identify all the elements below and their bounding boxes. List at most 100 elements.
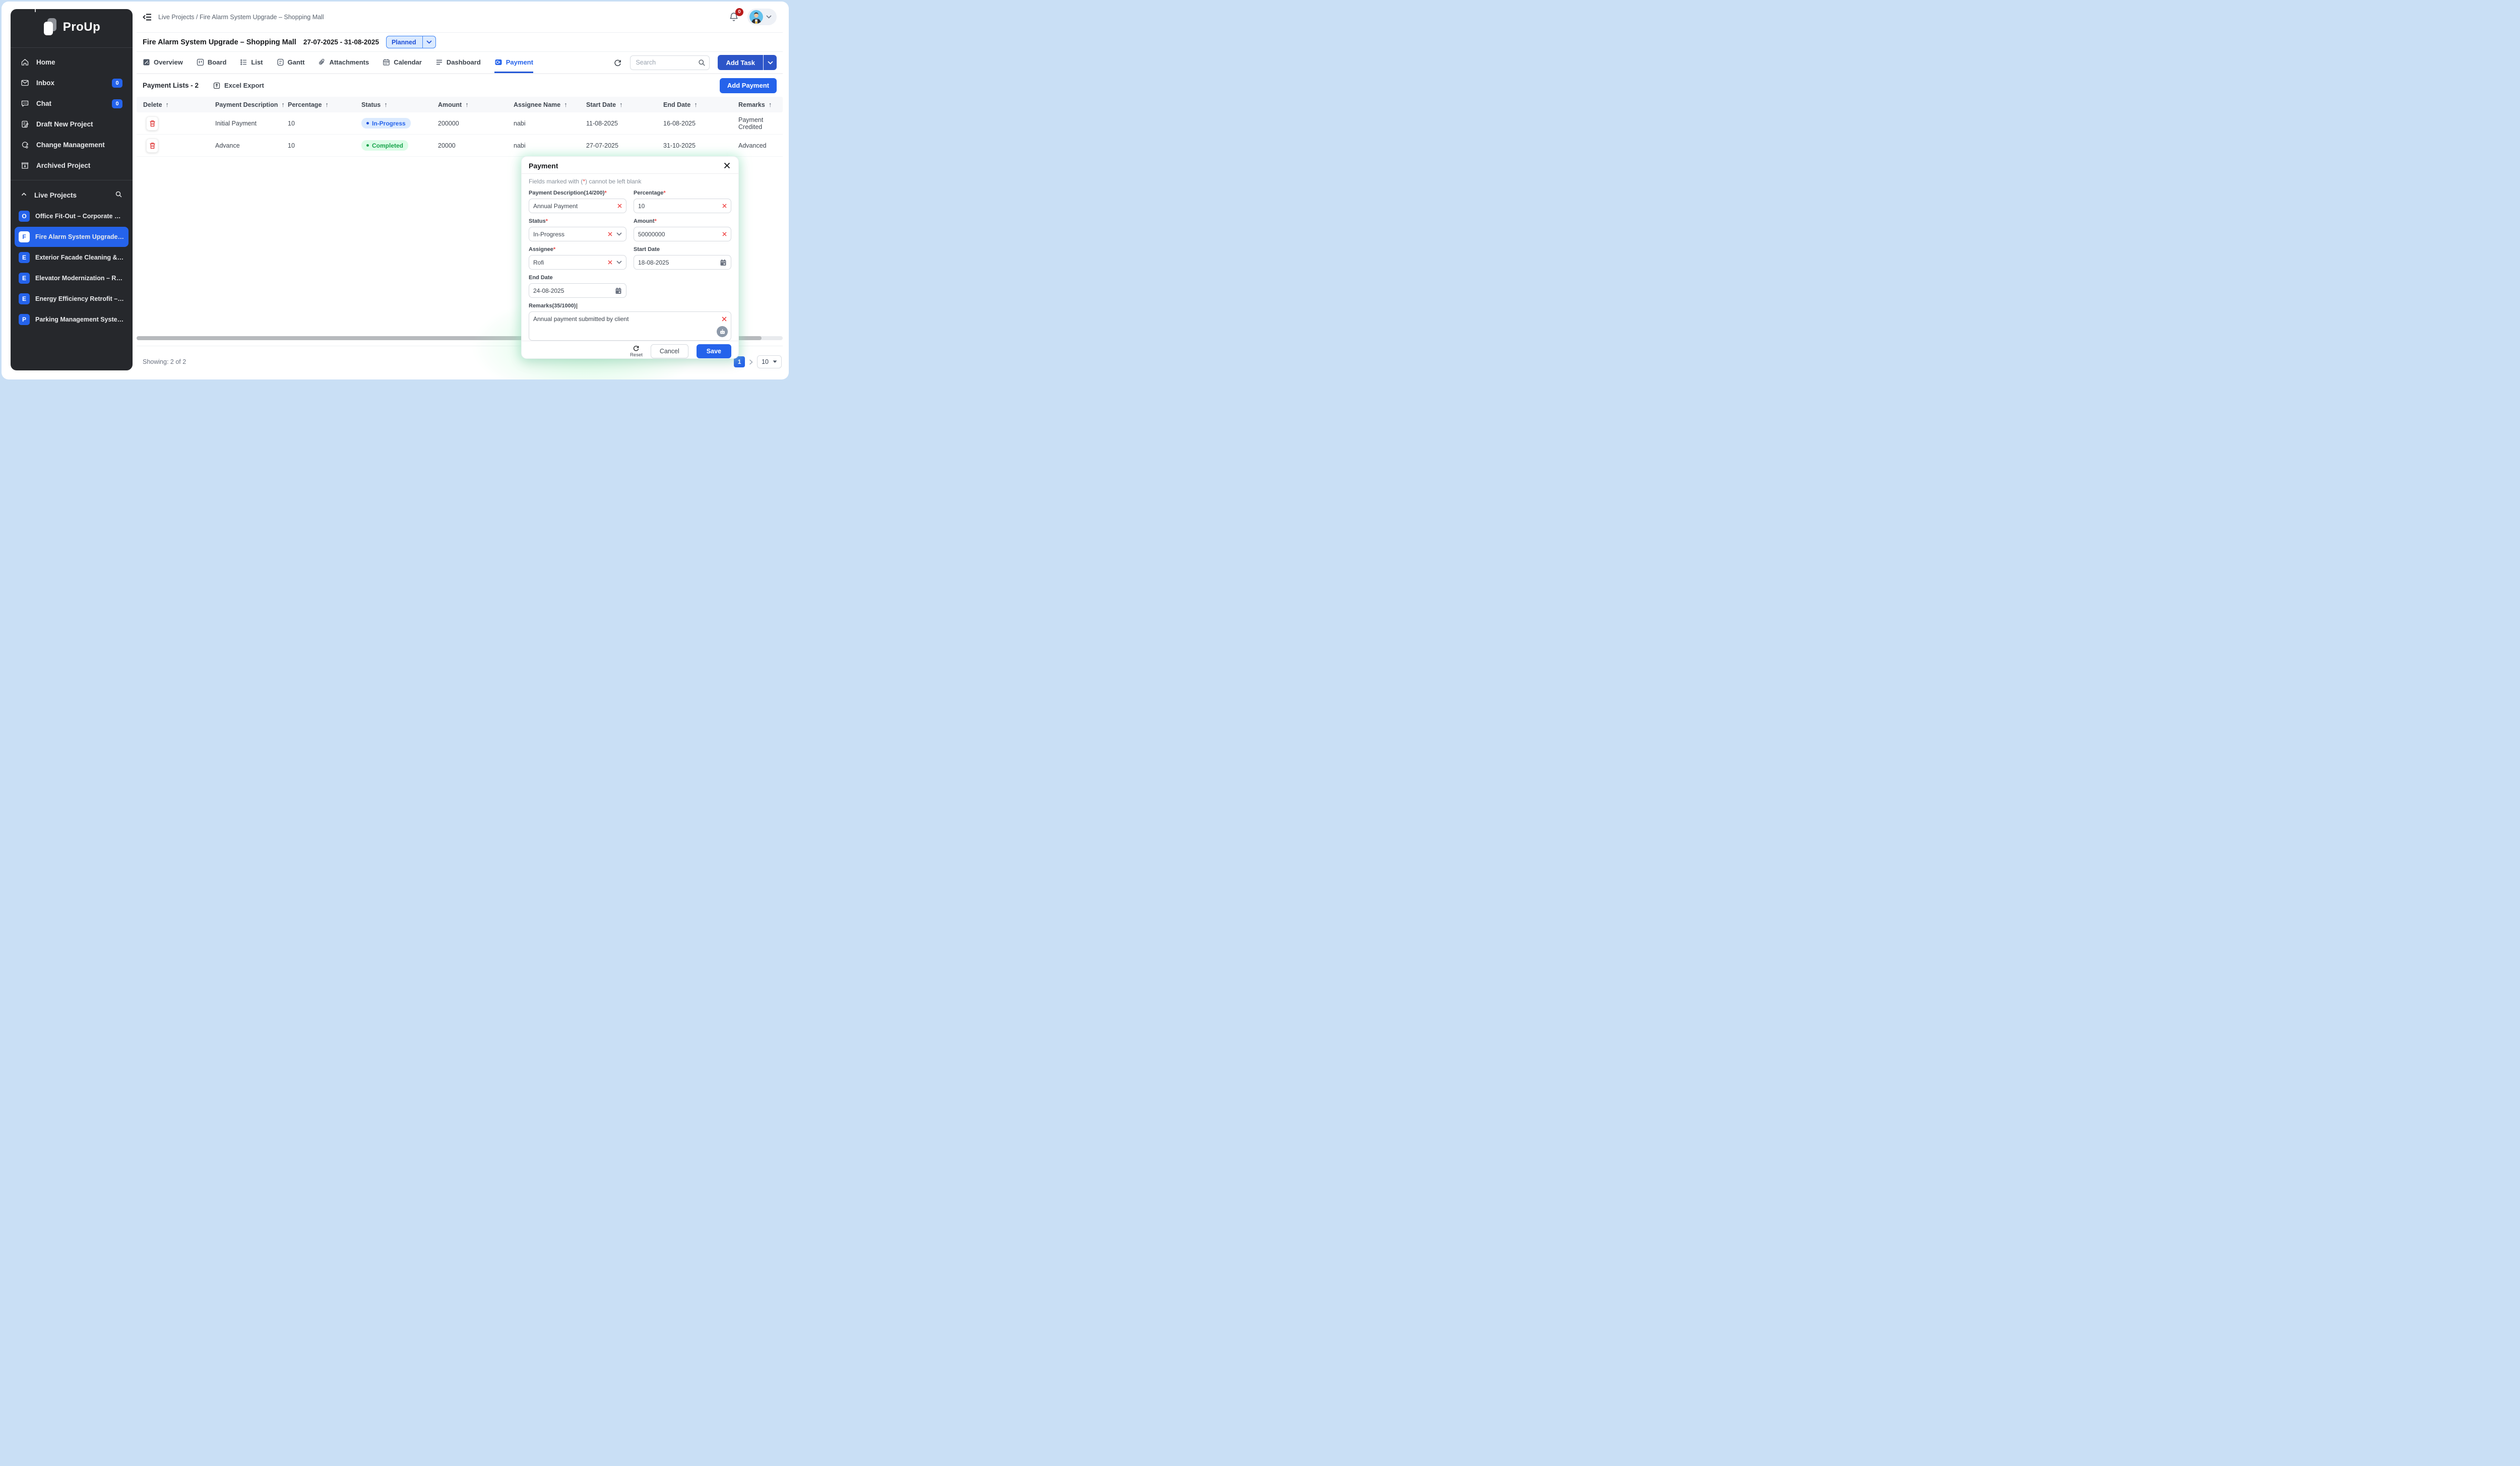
calendar-icon[interactable] <box>720 259 727 266</box>
sidebar-project-energy-efficiency[interactable]: E Energy Efficiency Retrofit – Offic... <box>15 289 129 309</box>
project-label: Exterior Facade Cleaning & Repa... <box>35 254 124 261</box>
reset-icon <box>633 345 640 352</box>
sidebar-item-archived-project[interactable]: Archived Project <box>11 155 133 176</box>
clear-icon[interactable] <box>608 232 612 236</box>
assignee-field: Assignee* Rofi <box>529 246 626 270</box>
sidebar-project-office-fit-out[interactable]: O Office Fit-Out – Corporate Head... <box>15 206 129 226</box>
sidebar-item-draft-new-project[interactable]: Draft New Project <box>11 114 133 135</box>
chevron-down-icon[interactable] <box>616 261 622 264</box>
page-size-select[interactable]: 10 <box>757 355 782 368</box>
cell-end-date: 31-10-2025 <box>663 142 738 149</box>
sidebar-project-fire-alarm[interactable]: F Fire Alarm System Upgrade – Sh... <box>15 227 129 247</box>
remarks-textarea[interactable]: Annual payment submitted by client <box>529 311 731 341</box>
delete-row-button[interactable] <box>146 139 158 153</box>
dashboard-icon <box>435 58 443 66</box>
cell-remarks: Payment Credited <box>738 116 783 131</box>
tab-calendar[interactable]: Calendar <box>383 52 422 73</box>
save-button[interactable]: Save <box>697 344 731 358</box>
sidebar-item-chat[interactable]: Chat 0 <box>11 93 133 114</box>
sidebar-item-label: Draft New Project <box>36 120 93 128</box>
payment-description-input[interactable]: Annual Payment <box>529 199 626 213</box>
page-title: Fire Alarm System Upgrade – Shopping Mal… <box>143 38 296 46</box>
column-header-remarks[interactable]: Remarks↑ <box>738 101 783 108</box>
percentage-input[interactable]: 10 <box>634 199 731 213</box>
delete-row-button[interactable] <box>146 116 158 131</box>
amount-field: Amount* 50000000 <box>634 218 731 241</box>
tab-gantt[interactable]: Gantt <box>277 52 305 73</box>
excel-export-button[interactable]: Excel Export <box>213 82 264 90</box>
column-header-description[interactable]: Payment Description↑ <box>215 101 288 108</box>
payment-list-toolbar: Payment Lists - 2 Excel Export Add Payme… <box>137 74 783 97</box>
sidebar-item-home[interactable]: Home <box>11 52 133 73</box>
clear-icon[interactable] <box>722 232 727 236</box>
column-header-start-date[interactable]: Start Date↑ <box>586 101 663 108</box>
clear-icon[interactable] <box>608 260 612 265</box>
table-row: Initial Payment 10 In-Progress 200000 na… <box>137 112 783 135</box>
chevron-down-icon[interactable] <box>616 232 622 236</box>
excel-export-label: Excel Export <box>224 82 264 89</box>
end-date-input[interactable]: 24-08-2025 <box>529 283 626 298</box>
field-label: Payment Description(14/200) <box>529 190 604 196</box>
payment-table-header: Delete↑ Payment Description↑ Percentage↑… <box>137 97 783 112</box>
user-menu[interactable] <box>747 9 777 25</box>
cell-amount: 20000 <box>438 142 514 149</box>
clear-icon[interactable] <box>617 204 622 208</box>
tab-attachments[interactable]: Attachments <box>318 52 369 73</box>
reset-button[interactable]: Reset <box>630 345 643 358</box>
tab-list[interactable]: List <box>240 52 263 73</box>
sidebar-item-label: Home <box>36 58 55 66</box>
sidebar-item-change-management[interactable]: Change Management <box>11 135 133 155</box>
clear-icon[interactable] <box>722 204 727 208</box>
sidebar-project-exterior-facade[interactable]: E Exterior Facade Cleaning & Repa... <box>15 247 129 268</box>
caret-down-icon <box>773 360 777 363</box>
sidebar-collapse-icon[interactable] <box>143 13 152 21</box>
export-icon <box>213 82 221 90</box>
project-search-icon[interactable] <box>115 190 122 200</box>
sidebar-item-inbox[interactable]: Inbox 0 <box>11 73 133 93</box>
column-header-end-date[interactable]: End Date↑ <box>663 101 738 108</box>
tab-dashboard[interactable]: Dashboard <box>435 52 481 73</box>
sidebar-project-parking-management[interactable]: P Parking Management System In... <box>15 309 129 330</box>
board-icon <box>197 58 204 66</box>
tab-overview[interactable]: Overview <box>143 52 183 73</box>
field-label: Status <box>529 218 546 224</box>
project-status-select[interactable]: Planned <box>386 36 436 48</box>
cancel-button[interactable]: Cancel <box>651 344 688 358</box>
sidebar-section-live-projects[interactable]: Live Projects <box>11 184 133 206</box>
add-payment-button[interactable]: Add Payment <box>720 78 777 93</box>
next-page-icon[interactable] <box>749 359 753 365</box>
sort-ascending-icon: ↑ <box>619 101 623 108</box>
cell-assignee: nabi <box>514 120 586 127</box>
tab-bar: Overview Board List Gantt Attachments Ca… <box>137 52 783 74</box>
tab-board[interactable]: Board <box>197 52 227 73</box>
required-fields-note: Fields marked with (*) cannot be left bl… <box>529 178 731 185</box>
calendar-icon[interactable] <box>615 287 622 294</box>
ai-assistant-button[interactable] <box>717 326 728 337</box>
amount-input[interactable]: 50000000 <box>634 227 731 241</box>
project-initial-badge: F <box>19 231 30 242</box>
status-field: Status* In-Progress <box>529 218 626 241</box>
column-header-status[interactable]: Status↑ <box>361 101 438 108</box>
status-select[interactable]: In-Progress <box>529 227 626 241</box>
notifications-button[interactable]: 0 <box>728 12 739 23</box>
column-header-delete[interactable]: Delete↑ <box>143 101 215 108</box>
start-date-input[interactable]: 18-08-2025 <box>634 255 731 270</box>
close-button[interactable] <box>723 161 731 170</box>
field-label: End Date <box>529 275 553 281</box>
add-task-button[interactable]: Add Task <box>718 55 763 70</box>
column-header-amount[interactable]: Amount↑ <box>438 101 514 108</box>
assignee-select[interactable]: Rofi <box>529 255 626 270</box>
column-header-assignee[interactable]: Assignee Name↑ <box>514 101 586 108</box>
tab-payment[interactable]: Payment <box>494 52 533 73</box>
field-value: Rofi <box>533 259 544 266</box>
logo-text: ProUp <box>63 20 101 34</box>
refresh-icon[interactable] <box>613 58 622 67</box>
chat-icon <box>21 99 29 108</box>
sort-ascending-icon: ↑ <box>465 101 469 108</box>
breadcrumb[interactable]: Live Projects / Fire Alarm System Upgrad… <box>158 14 324 21</box>
clear-icon[interactable] <box>722 316 727 322</box>
add-task-dropdown-button[interactable] <box>763 55 777 70</box>
close-icon <box>724 162 730 169</box>
sidebar-project-elevator-modernization[interactable]: E Elevator Modernization – Reside... <box>15 268 129 288</box>
column-header-percentage[interactable]: Percentage↑ <box>288 101 361 108</box>
